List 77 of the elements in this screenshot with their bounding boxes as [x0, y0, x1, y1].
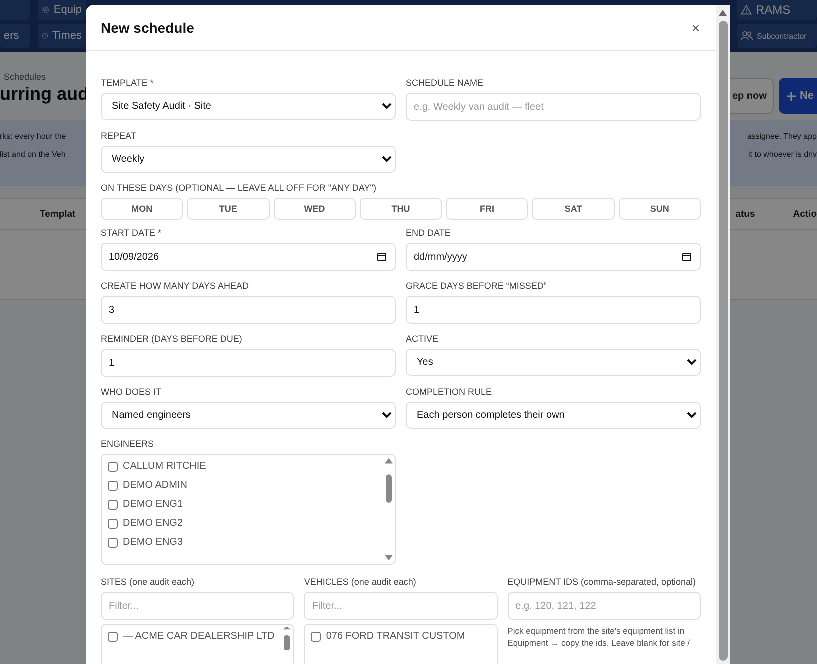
nav-tab[interactable]: Times [38, 24, 86, 48]
day-toggle[interactable]: TUE [187, 198, 270, 220]
day-toggle[interactable]: WED [274, 198, 356, 220]
field-label: TEMPLATE * [101, 78, 155, 88]
active-select[interactable]: Yes [406, 349, 701, 376]
info-text: rks: every hour the [0, 132, 66, 141]
day-toggle[interactable]: FRI [446, 198, 528, 220]
day-toggle[interactable]: MON [101, 198, 184, 220]
calendar-icon [682, 252, 692, 262]
checkbox[interactable] [311, 632, 322, 642]
column-header: atus [736, 208, 756, 220]
calendar-icon [377, 252, 387, 262]
info-text: list and on the Veh [0, 150, 66, 159]
option-label: DEMO ENG1 [123, 499, 184, 510]
hint-text: Pick equipment from the site's equipment list in Equipment → copy the ids. Leave blank for site / [508, 626, 692, 650]
option-label: — ACME CAR DEALERSHIP LTD [123, 631, 275, 642]
day-toggle[interactable]: SUN [618, 198, 701, 220]
completion-select[interactable]: Each person completes their own [406, 402, 701, 429]
option-label: CALLUM RITCHIE [123, 461, 206, 472]
modal-title: New schedule [101, 20, 194, 36]
field-label: GRACE DAYS BEFORE “MISSED” [406, 281, 548, 291]
warning-icon [741, 5, 752, 15]
nav-tab[interactable]: Equip [38, 0, 86, 20]
option-label: 076 FORD TRANSIT CUSTOM [326, 631, 466, 642]
field-label: ENGINEERS [101, 439, 156, 449]
close-button[interactable]: × [690, 20, 702, 36]
page-button[interactable]: Ne [778, 78, 817, 114]
field-label: CREATE HOW MANY DAYS AHEAD [101, 281, 250, 291]
checkbox[interactable] [108, 518, 118, 528]
field-label: COMPLETION RULE [406, 387, 494, 397]
repeat-select[interactable]: Weekly [101, 146, 396, 173]
nav-tab[interactable]: Subcontractor [737, 24, 817, 48]
field-label: WHO DOES IT [101, 387, 162, 397]
checkbox[interactable] [108, 480, 118, 490]
plus-icon [786, 92, 796, 100]
people-icon [741, 31, 753, 41]
field-label: REMINDER (DAYS BEFORE DUE) [101, 334, 244, 344]
checkbox[interactable] [108, 632, 118, 642]
option-label: DEMO ENG3 [123, 537, 184, 548]
schedule-name-field[interactable]: e.g. Weekly van audit — fleet [406, 93, 701, 121]
grace-days-field[interactable]: 1 [406, 296, 701, 324]
assignee-select[interactable]: Named engineers [101, 402, 396, 429]
column-header: Actio [793, 208, 817, 220]
gear-icon [42, 5, 50, 15]
scroll-thumb[interactable] [718, 21, 728, 661]
nav-tab[interactable]: RAMS [737, 0, 817, 20]
option-label: DEMO ADMIN [123, 480, 188, 491]
info-text: it to whoever is driv [748, 150, 817, 159]
option-label: DEMO ENG2 [123, 518, 184, 529]
field-label: ACTIVE [406, 334, 440, 344]
end-date-field[interactable]: dd/mm/yyyy [406, 243, 701, 271]
filter-field[interactable]: Filter... [101, 592, 294, 620]
column-header: Templat [40, 208, 76, 220]
equipment-ids-field[interactable]: e.g. 120, 121, 122 [508, 592, 701, 620]
scroll-up-icon [718, 9, 728, 17]
clock-icon [42, 31, 48, 41]
field-label: VEHICLES (one audit each) [304, 577, 418, 587]
field-label: END DATE [406, 228, 452, 238]
checkbox[interactable] [108, 462, 118, 472]
field-label: SCHEDULE NAME [406, 78, 485, 88]
checkbox[interactable] [108, 500, 118, 510]
day-toggle[interactable]: SAT [532, 198, 615, 220]
days-ahead-field[interactable]: 3 [101, 296, 396, 324]
checkbox[interactable] [108, 538, 118, 548]
field-label: SITES (one audit each) [101, 577, 196, 587]
info-text: assignee. They app [747, 132, 817, 141]
template-select[interactable]: Site Safety Audit · Site [101, 93, 396, 120]
scrollbar[interactable] [716, 5, 730, 664]
field-label: ON THESE DAYS (OPTIONAL — LEAVE ALL OFF FOR "ANY DAY") [101, 183, 378, 193]
start-date-field[interactable]: 10/09/2026 [101, 243, 396, 271]
field-label: EQUIPMENT IDS (comma-separated, optional) [508, 577, 698, 587]
field-label: REPEAT [101, 131, 138, 141]
day-toggle[interactable]: THU [360, 198, 442, 220]
nav-tab[interactable]: ers [0, 24, 30, 48]
filter-field[interactable]: Filter... [304, 592, 498, 620]
field-label: START DATE * [101, 228, 162, 238]
reminder-field[interactable]: 1 [101, 349, 396, 377]
